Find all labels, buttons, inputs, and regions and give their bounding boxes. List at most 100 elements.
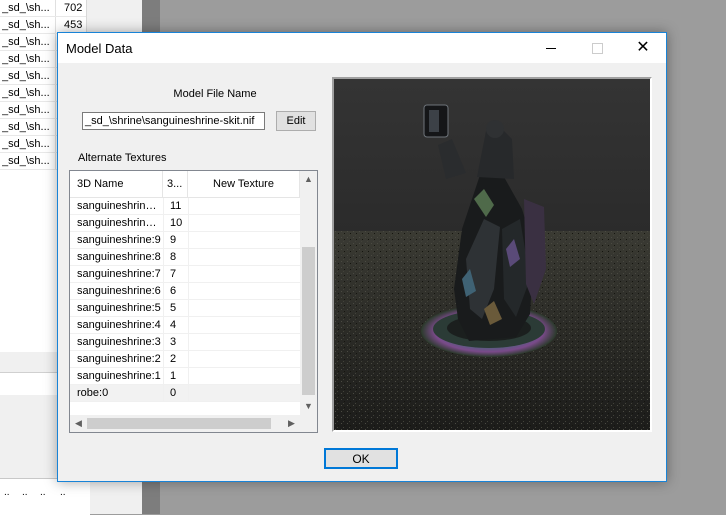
maximize-icon — [591, 42, 603, 54]
row-index: 8 — [170, 251, 177, 263]
model-file-label: Model File Name — [173, 88, 257, 100]
background-row-name: _sd_\sh... — [2, 155, 50, 167]
cell-divider — [163, 283, 164, 300]
column-header-index[interactable]: 3... — [163, 171, 188, 197]
cell-divider — [188, 215, 189, 232]
vertical-scrollbar[interactable]: ▲ ▼ — [300, 171, 317, 415]
table-row[interactable]: sanguineshrine:5 5 — [70, 300, 300, 317]
scroll-up-icon[interactable]: ▲ — [300, 171, 317, 188]
row-index: 6 — [170, 285, 177, 297]
cell-divider — [188, 198, 189, 215]
background-row[interactable]: _sd_\sh... 702 — [0, 0, 86, 17]
background-row-name: _sd_\sh... — [2, 19, 50, 31]
ok-button[interactable]: OK — [324, 448, 398, 469]
alternate-textures-list[interactable]: 3D Name 3... New Texture sanguineshrine:… — [69, 170, 318, 433]
row-3d-name: sanguineshrine:... — [77, 217, 161, 229]
table-row[interactable]: sanguineshrine:6 6 — [70, 283, 300, 300]
cell-divider — [163, 385, 164, 402]
table-row[interactable]: sanguineshrine:8 8 — [70, 249, 300, 266]
list-rows: sanguineshrine:... 11 sanguineshrine:... 10… — [70, 198, 300, 402]
close-icon: ✕ — [636, 39, 650, 56]
maximize-button — [574, 33, 620, 63]
title-bar[interactable]: Model Data ✕ — [58, 33, 666, 63]
row-index: 10 — [170, 217, 183, 229]
cell-divider — [188, 300, 189, 317]
table-row[interactable]: sanguineshrine:... 11 — [70, 198, 300, 215]
cell-divider — [188, 385, 189, 402]
column-header-new-texture[interactable]: New Texture — [188, 171, 300, 197]
table-row[interactable]: sanguineshrine:9 9 — [70, 232, 300, 249]
row-3d-name: sanguineshrine:8 — [77, 251, 161, 263]
background-row-name: _sd_\sh... — [2, 87, 50, 99]
row-index: 2 — [170, 353, 177, 365]
row-index: 4 — [170, 319, 177, 331]
cell-divider — [163, 232, 164, 249]
horizontal-scrollbar[interactable]: ◀ ▶ — [70, 415, 317, 432]
row-index: 0 — [170, 387, 177, 399]
table-row[interactable]: sanguineshrine:3 3 — [70, 334, 300, 351]
cell-divider — [188, 266, 189, 283]
cell-divider — [163, 368, 164, 385]
row-index: 3 — [170, 336, 177, 348]
background-row-name: _sd_\sh... — [2, 70, 50, 82]
row-3d-name: sanguineshrine:2 — [77, 353, 161, 365]
cell-divider — [163, 300, 164, 317]
background-row-name: _sd_\sh... — [2, 53, 50, 65]
row-3d-name: sanguineshrine:6 — [77, 285, 161, 297]
row-3d-name: sanguineshrine:1 — [77, 370, 161, 382]
close-button[interactable]: ✕ — [620, 33, 666, 63]
background-cell: .. — [22, 487, 28, 498]
edit-button[interactable]: Edit — [276, 111, 316, 131]
minimize-icon — [546, 47, 556, 49]
cell-divider — [188, 334, 189, 351]
minimize-button[interactable] — [528, 33, 574, 63]
cell-divider — [163, 249, 164, 266]
cell-divider — [163, 215, 164, 232]
row-3d-name: sanguineshrine:... — [77, 200, 161, 212]
table-row[interactable]: robe:0 0 — [70, 385, 300, 402]
background-row-name: _sd_\sh... — [2, 2, 50, 14]
scroll-down-icon[interactable]: ▼ — [300, 398, 317, 415]
cell-divider — [163, 351, 164, 368]
row-3d-name: sanguineshrine:9 — [77, 234, 161, 246]
table-row[interactable]: sanguineshrine:... 10 — [70, 215, 300, 232]
vertical-scroll-thumb[interactable] — [302, 247, 315, 395]
table-row[interactable]: sanguineshrine:4 4 — [70, 317, 300, 334]
cell-divider — [188, 249, 189, 266]
row-index: 5 — [170, 302, 177, 314]
table-row[interactable]: sanguineshrine:1 1 — [70, 368, 300, 385]
horizontal-scroll-thumb[interactable] — [87, 418, 271, 429]
row-index: 1 — [170, 370, 177, 382]
cell-divider — [188, 351, 189, 368]
model-file-field[interactable]: _sd_\shrine\sanguineshrine-skit.nif — [82, 112, 265, 130]
background-row-value: 702 — [64, 2, 83, 14]
row-3d-name: sanguineshrine:3 — [77, 336, 161, 348]
row-index: 11 — [170, 200, 182, 212]
dialog-title: Model Data — [66, 41, 133, 56]
cell-divider — [163, 198, 164, 215]
background-row-name: _sd_\sh... — [2, 36, 50, 48]
background-cell: .. — [60, 487, 66, 498]
background-row-name: _sd_\sh... — [2, 138, 50, 150]
cell-divider — [188, 283, 189, 300]
cell-divider — [188, 232, 189, 249]
row-3d-name: sanguineshrine:4 — [77, 319, 161, 331]
row-3d-name: sanguineshrine:7 — [77, 268, 161, 280]
model-preview-viewport[interactable] — [332, 77, 652, 432]
background-row-name: _sd_\sh... — [2, 121, 50, 133]
cell-divider — [163, 317, 164, 334]
table-row[interactable]: sanguineshrine:2 2 — [70, 351, 300, 368]
model-preview-render — [334, 79, 650, 430]
cell-divider — [188, 368, 189, 385]
column-header-3d-name[interactable]: 3D Name — [70, 171, 163, 197]
scroll-right-icon[interactable]: ▶ — [283, 415, 300, 432]
background-row-name: _sd_\sh... — [2, 104, 50, 116]
model-data-dialog: Model Data ✕ Model File Name _sd_\shrine… — [57, 32, 667, 482]
row-index: 9 — [170, 234, 177, 246]
cell-divider — [163, 266, 164, 283]
background-status-bar: .. .. .. .. — [0, 478, 90, 515]
scroll-left-icon[interactable]: ◀ — [70, 415, 87, 432]
table-row[interactable]: sanguineshrine:7 7 — [70, 266, 300, 283]
row-3d-name: robe:0 — [77, 387, 109, 399]
list-header: 3D Name 3... New Texture — [70, 171, 300, 198]
